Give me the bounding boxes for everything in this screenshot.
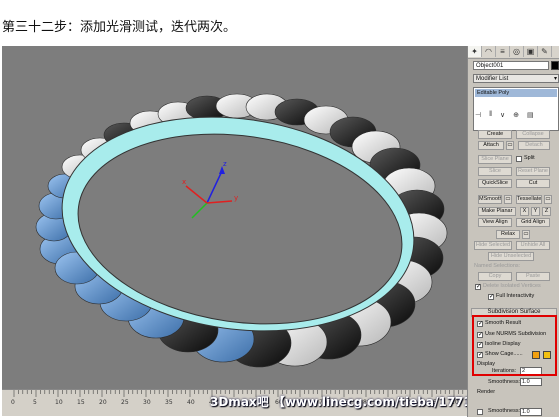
stack-tools: ⊣ ‖ ∨ ⊕ ▤ [473, 111, 559, 120]
delete-isolated-checkbox[interactable]: ✓ [475, 284, 481, 290]
ruler-tick-label: 0 [11, 399, 15, 406]
ruler-tick-label: 30 [143, 399, 151, 406]
utilities-icon[interactable]: ✎ [538, 46, 552, 57]
smoothness-label: Smoothness: [488, 379, 521, 385]
detach-button[interactable]: Detach [518, 141, 550, 150]
perspective-viewport[interactable]: x y z [2, 46, 467, 389]
watermark-text: 3Dmax吧 【www.linecg.com/tieba/1771】 [210, 395, 484, 409]
ruler-tick-label: 20 [99, 399, 107, 406]
command-panel-tabs: ✦ ◠ ≡ ◎ ▣ ✎ [468, 46, 559, 59]
remove-modifier-icon[interactable]: ⊕ [513, 111, 519, 120]
full-interactivity-checkbox[interactable]: ✓ [488, 294, 494, 300]
make-planar-button[interactable]: Make Planar [478, 207, 516, 216]
relax-button[interactable]: Relax [496, 230, 520, 239]
step-caption: 第三十二步：添加光滑测试，迭代两次。 [2, 20, 237, 35]
tessellate-settings-button[interactable]: ▭ [544, 195, 552, 204]
subdivision-highlight-box [472, 315, 557, 376]
render-smoothness-checkbox[interactable] [477, 409, 483, 415]
smoothness-spinner[interactable]: 1.0 [520, 378, 542, 386]
ruler-tick-label: 10 [55, 399, 63, 406]
ruler-tick-label: 40 [187, 399, 195, 406]
render-smoothness-spinner[interactable]: 1.0 [520, 408, 542, 416]
modifier-stack[interactable]: Editable Poly [473, 87, 559, 131]
modify-icon[interactable]: ◠ [482, 46, 496, 57]
named-selections-label: Named Selections: [474, 263, 521, 269]
object-name-field[interactable]: Object001 [473, 61, 549, 70]
quickslice-button[interactable]: QuickSlice [478, 179, 512, 188]
copy-button[interactable]: Copy [478, 272, 512, 281]
hide-unselected-button[interactable]: Hide Unselected [488, 252, 534, 261]
unhide-all-button[interactable]: Unhide All [516, 241, 550, 250]
reset-plane-button[interactable]: Reset Plane [516, 167, 550, 176]
render-group-label: Render [477, 389, 496, 395]
slice-plane-button[interactable]: Slice Plane [478, 155, 512, 164]
pin-icon[interactable]: ⊣ [475, 111, 481, 120]
view-align-button[interactable]: View Align [478, 218, 512, 227]
ruler-tick-label: 35 [165, 399, 173, 406]
msmooth-button[interactable]: MSmooth [478, 195, 502, 204]
grid-align-button[interactable]: Grid Align [516, 218, 550, 227]
motion-icon[interactable]: ◎ [510, 46, 524, 57]
configure-icon[interactable]: ▤ [527, 111, 534, 120]
display-icon[interactable]: ▣ [524, 46, 538, 57]
full-interactivity-label: Full Interactivity [496, 293, 535, 299]
split-label: Split [524, 155, 535, 161]
ruler-tick-label: 5 [33, 399, 37, 406]
hierarchy-icon[interactable]: ≡ [496, 46, 510, 57]
object-color-swatch[interactable] [551, 61, 559, 70]
relax-settings-button[interactable]: ▭ [522, 230, 530, 239]
slice-button[interactable]: Slice [478, 167, 512, 176]
cut-button[interactable]: Cut [516, 179, 550, 188]
modifier-list-dropdown[interactable]: Modifier List ▾ [473, 74, 559, 83]
attach-list-button[interactable]: ▭ [506, 141, 514, 150]
svg-text:x: x [182, 178, 186, 186]
render-smoothness-label: Smoothness: [488, 408, 521, 414]
create-icon[interactable]: ✦ [468, 46, 482, 57]
split-checkbox[interactable] [516, 156, 522, 162]
ruler-tick-label: 15 [77, 399, 85, 406]
svg-text:z: z [223, 160, 227, 168]
tessellate-button[interactable]: Tessellate [516, 195, 542, 204]
hide-selected-button[interactable]: Hide Selected [474, 241, 512, 250]
delete-isolated-label: Delete Isolated Vertices [483, 283, 541, 289]
svg-text:y: y [234, 194, 238, 202]
planar-z-button[interactable]: Z [542, 207, 551, 216]
ring-model-render: x y z [35, 93, 448, 368]
ruler-tick-label: 25 [121, 399, 129, 406]
make-unique-icon[interactable]: ∨ [500, 111, 505, 120]
create-button[interactable]: Create [478, 130, 512, 139]
chevron-down-icon: ▾ [553, 76, 557, 82]
show-end-result-icon[interactable]: ‖ [489, 111, 492, 120]
collapse-button[interactable]: Collapse [516, 130, 550, 139]
modifier-list-label: Modifier List [476, 76, 509, 82]
paste-button[interactable]: Paste [516, 272, 550, 281]
planar-x-button[interactable]: X [520, 207, 529, 216]
msmooth-settings-button[interactable]: ▭ [504, 195, 512, 204]
planar-y-button[interactable]: Y [531, 207, 540, 216]
stack-item-editable-poly[interactable]: Editable Poly [475, 89, 557, 97]
attach-button[interactable]: Attach [478, 141, 504, 150]
